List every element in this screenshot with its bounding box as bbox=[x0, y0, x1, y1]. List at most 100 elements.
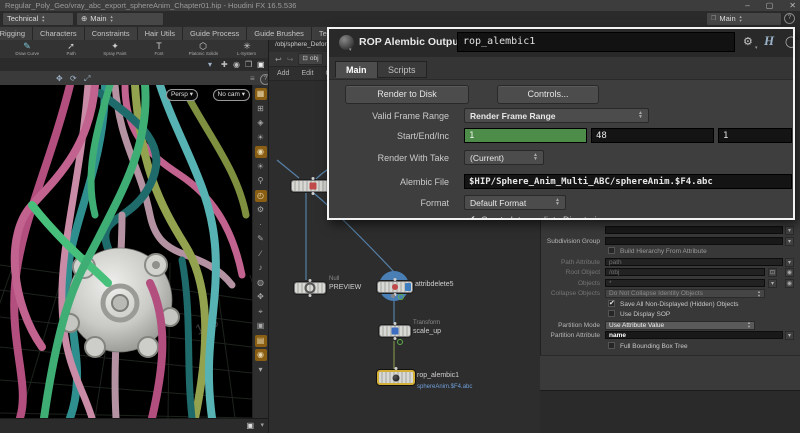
shelf-tool-lsystem[interactable]: ✳ L-System bbox=[230, 42, 264, 57]
spinner-icon[interactable]: ▲▼ bbox=[110, 15, 114, 22]
op-chooser-icon[interactable]: ◉ bbox=[785, 279, 794, 288]
dropdown-button[interactable]: ▾ bbox=[785, 237, 794, 246]
dropdown-button[interactable]: ▾ bbox=[785, 258, 794, 267]
shelf-tab[interactable]: Characters bbox=[33, 27, 85, 40]
shelf-tab[interactable]: Constraints bbox=[85, 27, 138, 40]
viewport-tool-icon[interactable]: ⌖ bbox=[255, 306, 267, 318]
viewport-tool-icon[interactable]: ⚙ bbox=[255, 204, 267, 216]
main-context-selector[interactable]: ⊕ Main ▲▼ bbox=[76, 12, 164, 26]
viewport-tool-icon[interactable]: ✥ bbox=[255, 291, 267, 303]
spinner-icon[interactable]: ▲▼ bbox=[739, 15, 743, 22]
render-to-disk-button[interactable]: Render to Disk bbox=[345, 85, 469, 104]
target-icon[interactable]: ◉ bbox=[233, 58, 240, 71]
viewport-tool-icon[interactable]: ◴ bbox=[255, 190, 267, 202]
viewport-tool-icon[interactable]: ⊞ bbox=[255, 103, 267, 115]
frame-start-field[interactable]: 1 bbox=[464, 128, 587, 143]
add-icon[interactable]: ✚ bbox=[221, 58, 228, 71]
dropdown-icon[interactable]: ▾ bbox=[260, 421, 264, 429]
close-button[interactable]: ✕ bbox=[789, 0, 796, 11]
viewport-tool-icon[interactable]: ◉ bbox=[255, 349, 267, 361]
dropdown-icon[interactable]: ▾ bbox=[755, 45, 758, 51]
shelf-tab[interactable]: Guide Process bbox=[183, 27, 247, 40]
rotate-tool-icon[interactable]: ⟳ bbox=[70, 72, 77, 85]
dropdown-icon[interactable]: ▾ bbox=[208, 58, 212, 71]
objects-field[interactable]: * bbox=[605, 279, 765, 287]
houdini-logo-icon[interactable]: H bbox=[764, 33, 774, 49]
back-icon[interactable]: ↩ bbox=[275, 55, 282, 64]
viewport-tool-icon[interactable]: ▾ bbox=[255, 364, 267, 376]
dropdown-button[interactable]: ▾ bbox=[785, 331, 794, 340]
panel-icon[interactable]: ❒ bbox=[245, 58, 252, 71]
persp-view-selector[interactable]: Persp ▾ bbox=[166, 89, 198, 101]
node-scale-up[interactable] bbox=[379, 325, 411, 337]
render-with-take-dropdown[interactable]: (Current) ▲▼ bbox=[464, 150, 544, 165]
list-icon[interactable]: ≡ bbox=[250, 72, 255, 85]
viewport-tool-icon[interactable]: ▤ bbox=[255, 335, 267, 347]
gear-menu-icon[interactable]: ⚙ bbox=[743, 35, 753, 48]
menu-add[interactable]: Add bbox=[277, 70, 289, 77]
shelf-tool-draw-curve[interactable]: ✎ Draw Curve bbox=[10, 42, 44, 57]
collapse-objects-dropdown[interactable]: Do Not Collapse Identity Objects ▲▼ bbox=[605, 289, 765, 298]
camera-selector[interactable]: No cam ▾ bbox=[213, 89, 250, 101]
valid-frame-range-dropdown[interactable]: Render Frame Range ▲▼ bbox=[464, 108, 649, 123]
minimize-button[interactable]: – bbox=[745, 0, 749, 11]
maximize-button[interactable]: ▢ bbox=[766, 0, 774, 11]
viewport-tool-icon[interactable]: ✎ bbox=[255, 233, 267, 245]
scene-viewport[interactable]: 125 bbox=[0, 85, 252, 418]
spinner-icon[interactable]: ▲▼ bbox=[41, 15, 45, 22]
scale-tool-icon[interactable]: ⤢ bbox=[84, 72, 90, 85]
partition-mode-dropdown[interactable]: Use Attribute Value ▲▼ bbox=[605, 321, 755, 330]
node-rop-alembic1[interactable] bbox=[377, 370, 415, 385]
partition-attribute-field[interactable]: name bbox=[605, 331, 783, 339]
viewport-tool-icon[interactable]: ◍ bbox=[255, 277, 267, 289]
help-button[interactable]: ? bbox=[784, 13, 795, 24]
alembic-file-field[interactable]: $HIP/Sphere_Anim_Multi_ABC/sphereAnim.$F… bbox=[464, 174, 792, 189]
frame-inc-field[interactable]: 1 bbox=[718, 128, 792, 143]
viewport-tool-icon[interactable]: ☀ bbox=[255, 161, 267, 173]
dropdown-button[interactable]: ▾ bbox=[768, 279, 777, 288]
full-bbox-checkbox[interactable] bbox=[608, 342, 615, 349]
node-name-input[interactable] bbox=[457, 32, 735, 52]
viewport-tool-icon[interactable]: ▦ bbox=[255, 88, 267, 100]
obj-context-chip[interactable]: ⊡ obj bbox=[298, 53, 322, 65]
shelf-tool-path[interactable]: ➚ Path bbox=[54, 42, 88, 57]
shelf-tab[interactable]: Hair Utils bbox=[138, 27, 183, 40]
shelf-tab[interactable]: Guide Brushes bbox=[247, 27, 312, 40]
node-attribdelete5[interactable] bbox=[377, 281, 413, 293]
viewport-tool-icon[interactable]: ☀ bbox=[255, 132, 267, 144]
panel-white-icon[interactable]: ▣ bbox=[257, 58, 265, 71]
viewport-tool-icon[interactable]: ◈ bbox=[255, 117, 267, 129]
shelf-tool-spray-paint[interactable]: ✦ Spray Paint bbox=[98, 42, 132, 57]
menu-edit[interactable]: Edit bbox=[301, 70, 313, 77]
save-hidden-checkbox[interactable]: ✔ bbox=[608, 300, 615, 307]
param-field[interactable] bbox=[605, 226, 783, 234]
pane-desktop-selector[interactable]: ❒ Main ▲▼ bbox=[706, 12, 782, 26]
format-dropdown[interactable]: Default Format ▲▼ bbox=[464, 195, 566, 210]
shelf-tool-font[interactable]: T Font bbox=[142, 42, 176, 57]
frame-end-field[interactable]: 48 bbox=[591, 128, 714, 143]
viewport-tool-icon[interactable]: ∕ bbox=[255, 248, 267, 260]
tab-scripts[interactable]: Scripts bbox=[377, 61, 427, 78]
desktop-selector[interactable]: Technical ▲▼ bbox=[2, 12, 74, 26]
root-object-field[interactable]: /obj bbox=[605, 268, 765, 276]
search-icon[interactable]: ◯ bbox=[785, 35, 795, 48]
build-hierarchy-checkbox[interactable] bbox=[608, 247, 615, 254]
create-dirs-checkbox[interactable]: ✔ bbox=[468, 214, 476, 220]
path-attribute-field[interactable]: path bbox=[605, 258, 783, 266]
use-display-sop-checkbox[interactable] bbox=[608, 310, 615, 317]
controls-button[interactable]: Controls... bbox=[497, 85, 599, 104]
viewport-tool-icon[interactable]: ♪ bbox=[255, 262, 267, 274]
viewport-tool-icon[interactable]: ⚲ bbox=[255, 175, 267, 187]
shelf-tab[interactable]: Rigging bbox=[0, 27, 33, 40]
viewport-tool-icon[interactable]: · bbox=[255, 219, 267, 231]
tab-main[interactable]: Main bbox=[335, 61, 378, 78]
subdivision-group-field[interactable] bbox=[605, 237, 783, 245]
op-chooser-icon[interactable]: ◉ bbox=[785, 268, 794, 277]
shelf-tool-platonic-solids[interactable]: ⬡ Platonic Solids bbox=[186, 42, 220, 57]
move-tool-icon[interactable]: ✥ bbox=[56, 72, 63, 85]
dropdown-button[interactable]: ▾ bbox=[785, 226, 794, 235]
node-preview[interactable] bbox=[294, 282, 326, 294]
forward-icon[interactable]: ↪ bbox=[287, 55, 294, 64]
viewport-tool-icon[interactable]: ▣ bbox=[255, 320, 267, 332]
panel-white-icon[interactable]: ▣ bbox=[246, 421, 254, 430]
